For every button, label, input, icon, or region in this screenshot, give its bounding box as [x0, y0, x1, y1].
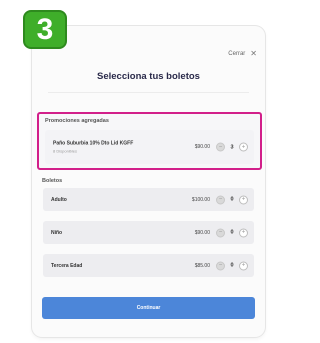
- promotion-availability: 8 Disponibles: [53, 148, 78, 154]
- modal-title: Selecciona tus boletos: [97, 71, 200, 82]
- promotions-section: Promociones agregadas Paño Suburbia 10% …: [37, 112, 262, 170]
- ticket-price: $85.00: [194, 262, 210, 269]
- ticket-row-nino: Niño $90.00 − 0 +: [43, 221, 254, 244]
- step-number-badge: 3: [23, 10, 67, 49]
- increment-button[interactable]: +: [239, 142, 248, 152]
- ticket-text: Adulto: [51, 197, 67, 203]
- promotion-name: Paño Suburbia 10% Dto Lid KGFF: [53, 140, 134, 147]
- ticket-quantity: 0: [230, 262, 234, 269]
- decrement-button[interactable]: −: [216, 195, 225, 204]
- close-icon: ✕: [250, 49, 257, 58]
- promotion-quantity: 3: [230, 144, 234, 150]
- ticket-row-tercera-edad: Tercera Edad $85.00 − 0 +: [43, 254, 254, 277]
- ticket-quantity: 0: [230, 196, 234, 203]
- ticket-name: Niño: [51, 229, 63, 236]
- promotion-quantity-stepper: − 3 +: [216, 142, 248, 152]
- ticket-price: $90.00: [194, 229, 210, 236]
- ticket-selection-modal: Cerrar ✕ Selecciona tus boletos Promocio…: [32, 26, 265, 337]
- promotion-row: Paño Suburbia 10% Dto Lid KGFF 8 Disponi…: [45, 130, 254, 164]
- close-button[interactable]: Cerrar ✕: [228, 50, 257, 58]
- promotions-section-label: Promociones agregadas: [45, 118, 109, 124]
- increment-button[interactable]: +: [239, 228, 248, 237]
- promotion-price: $90.00: [194, 144, 210, 150]
- decrement-button[interactable]: −: [216, 261, 225, 270]
- ticket-quantity-stepper: − 0 +: [216, 195, 248, 204]
- tickets-section-label: Boletos: [42, 178, 63, 184]
- ticket-row-adulto: Adulto $100.00 − 0 +: [43, 188, 254, 211]
- header-divider: [48, 92, 249, 93]
- increment-button[interactable]: +: [239, 195, 248, 204]
- ticket-text: Tercera Edad: [51, 263, 82, 269]
- decrement-button[interactable]: −: [216, 142, 225, 152]
- ticket-quantity: 0: [230, 229, 234, 236]
- ticket-name: Adulto: [51, 196, 67, 203]
- ticket-name: Tercera Edad: [51, 262, 83, 269]
- ticket-price: $100.00: [191, 196, 210, 203]
- continue-button[interactable]: Continuar: [42, 297, 255, 319]
- ticket-quantity-stepper: − 0 +: [216, 228, 248, 237]
- ticket-quantity-stepper: − 0 +: [216, 261, 248, 270]
- promotion-text: Paño Suburbia 10% Dto Lid KGFF 8 Disponi…: [53, 141, 133, 154]
- step-number: 3: [36, 12, 54, 46]
- ticket-text: Niño: [51, 230, 62, 236]
- decrement-button[interactable]: −: [216, 228, 225, 237]
- increment-button[interactable]: +: [239, 261, 248, 270]
- close-label: Cerrar: [228, 51, 246, 57]
